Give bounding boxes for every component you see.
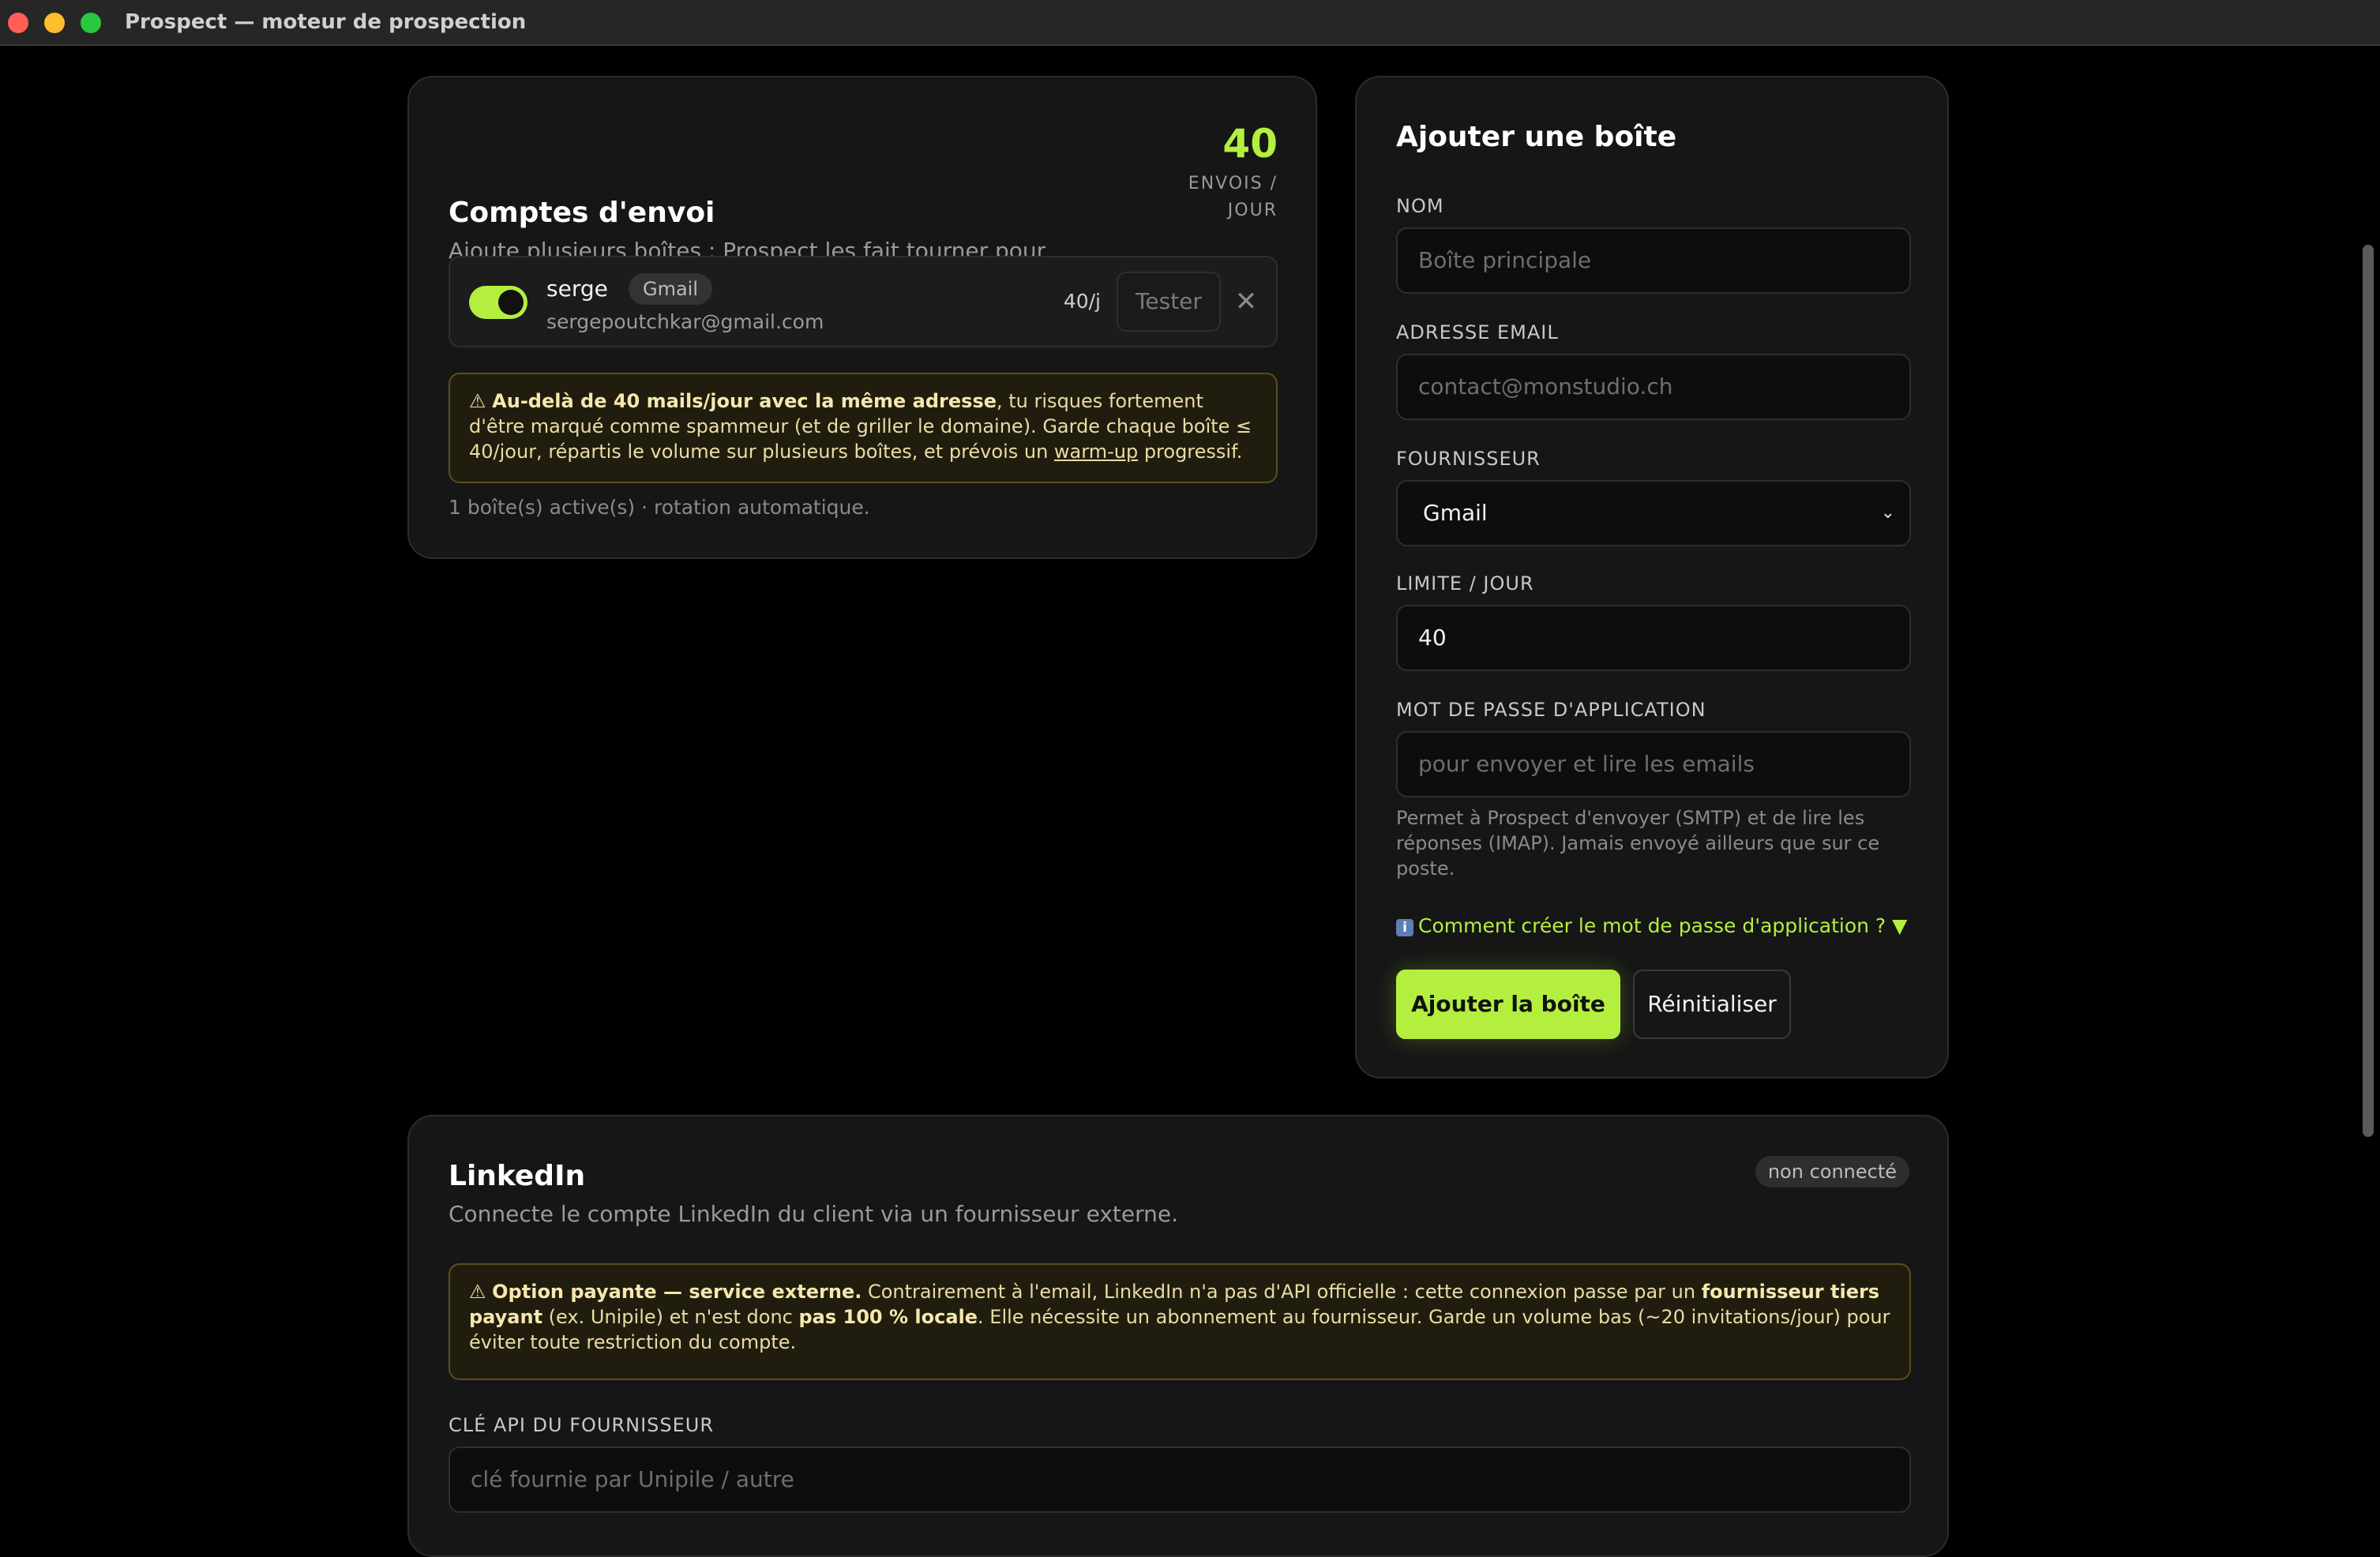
- howto-link-text: Comment créer le mot de passe d'applicat…: [1418, 914, 1908, 937]
- toggle-knob: [498, 290, 524, 315]
- app-password-label: MOT DE PASSE D'APPLICATION: [1396, 699, 1706, 721]
- card-subtitle: Connecte le compte LinkedIn du client vi…: [449, 1201, 1178, 1227]
- page-scrollbar[interactable]: [2363, 245, 2374, 1137]
- account-row: serge Gmail sergepoutchkar@gmail.com 40/…: [449, 256, 1278, 347]
- api-key-input[interactable]: clé fournie par Unipile / autre: [449, 1446, 1911, 1513]
- minimize-window-button[interactable]: [44, 13, 65, 33]
- app-password-input[interactable]: pour envoyer et lire les emails: [1396, 731, 1911, 797]
- warning-icon: ⚠: [469, 1281, 486, 1303]
- chevron-down-icon: ⌄: [1880, 503, 1895, 523]
- provider-label: FOURNISSEUR: [1396, 448, 1541, 470]
- provider-badge: Gmail: [629, 273, 713, 305]
- sending-accounts-card: Comptes d'envoi Ajoute plusieurs boîtes …: [407, 76, 1317, 559]
- warning-text: (ex. Unipile) et n'est donc: [542, 1306, 799, 1328]
- window-title: Prospect — moteur de prospection: [125, 10, 527, 34]
- daily-sends-value: 40: [1222, 121, 1278, 167]
- email-input[interactable]: contact@monstudio.ch: [1396, 354, 1911, 420]
- window-titlebar: Prospect — moteur de prospection: [0, 0, 2380, 46]
- name-input[interactable]: Boîte principale: [1396, 227, 1911, 294]
- email-label: ADRESSE EMAIL: [1396, 321, 1559, 343]
- provider-selected-value: Gmail: [1423, 500, 1488, 526]
- connection-status-badge: non connecté: [1755, 1156, 1909, 1187]
- card-title: LinkedIn: [449, 1160, 586, 1192]
- warning-icon: ⚠: [469, 390, 486, 412]
- account-email: sergepoutchkar@gmail.com: [546, 310, 824, 333]
- warning-emphasis: pas 100 % locale: [798, 1306, 978, 1328]
- linkedin-card: LinkedIn Connecte le compte LinkedIn du …: [407, 1115, 1949, 1557]
- account-daily-limit: 40/j: [1063, 290, 1101, 313]
- maximize-window-button[interactable]: [81, 13, 101, 33]
- close-icon[interactable]: ✕: [1233, 286, 1259, 317]
- info-icon: i: [1396, 919, 1413, 936]
- warning-emphasis: Au-delà de 40 mails/jour avec la même ad…: [492, 390, 997, 412]
- warning-text-end: progressif.: [1138, 441, 1243, 463]
- card-title: Ajouter une boîte: [1396, 121, 1677, 153]
- test-account-button[interactable]: Tester: [1117, 272, 1221, 332]
- card-title: Comptes d'envoi: [449, 197, 715, 229]
- howto-app-password-link[interactable]: i Comment créer le mot de passe d'applica…: [1396, 913, 1907, 940]
- daily-limit-input[interactable]: 40: [1396, 605, 1911, 671]
- api-key-label: CLÉ API DU FOURNISSEUR: [449, 1414, 715, 1436]
- account-enabled-toggle[interactable]: [469, 286, 527, 319]
- app-password-help: Permet à Prospect d'envoyer (SMTP) et de…: [1396, 807, 1880, 880]
- reset-button[interactable]: Réinitialiser: [1633, 970, 1791, 1039]
- account-name: serge: [546, 276, 608, 302]
- name-label: NOM: [1396, 195, 1444, 217]
- warning-emphasis: Option payante — service externe.: [492, 1281, 862, 1303]
- warmup-link[interactable]: warm-up: [1054, 441, 1138, 463]
- add-mailbox-button[interactable]: Ajouter la boîte: [1396, 970, 1620, 1039]
- paid-option-warning: ⚠ Option payante — service externe. Cont…: [449, 1263, 1911, 1380]
- warning-text: Contrairement à l'email, LinkedIn n'a pa…: [862, 1281, 1702, 1303]
- close-window-button[interactable]: [8, 13, 28, 33]
- spam-warning: ⚠ Au-delà de 40 mails/jour avec la même …: [449, 373, 1278, 483]
- daily-sends-unit: ENVOIS / JOUR: [1188, 174, 1278, 220]
- provider-select[interactable]: Gmail ⌄: [1396, 480, 1911, 546]
- add-mailbox-card: Ajouter une boîte NOM Boîte principale A…: [1355, 76, 1949, 1079]
- daily-limit-label: LIMITE / JOUR: [1396, 572, 1534, 595]
- rotation-note: 1 boîte(s) active(s) · rotation automati…: [449, 496, 870, 519]
